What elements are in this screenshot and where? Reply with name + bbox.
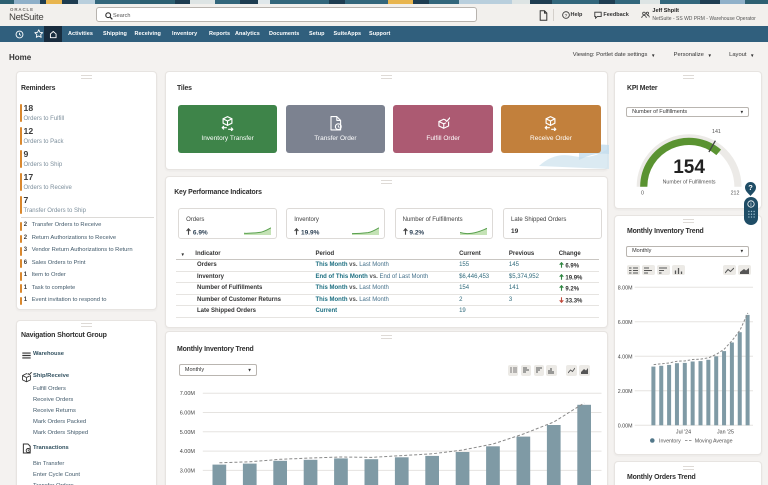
svg-text:154: 154 <box>673 157 705 178</box>
svg-text:4.00M: 4.00M <box>617 354 632 360</box>
svg-text:Jan '25: Jan '25 <box>717 430 734 436</box>
svg-text:0: 0 <box>641 191 644 197</box>
svg-text:212: 212 <box>730 191 739 197</box>
svg-text:Number of Fulfillments: Number of Fulfillments <box>662 179 715 185</box>
svg-text:6.00M: 6.00M <box>617 320 632 326</box>
svg-text:3.00M: 3.00M <box>179 468 195 474</box>
svg-text:8.00M: 8.00M <box>617 285 632 291</box>
svg-text:5.00M: 5.00M <box>179 430 195 436</box>
svg-text:6.00M: 6.00M <box>179 411 195 417</box>
svg-text:Moving Average: Moving Average <box>694 439 732 445</box>
svg-text:Jul '24: Jul '24 <box>675 430 690 436</box>
svg-text:2.00M: 2.00M <box>617 389 632 395</box>
svg-text:0.00M: 0.00M <box>617 423 632 429</box>
svg-text:7.00M: 7.00M <box>179 391 195 397</box>
svg-text:Inventory: Inventory <box>659 439 681 445</box>
svg-text:141: 141 <box>712 129 721 135</box>
svg-text:4.00M: 4.00M <box>179 449 195 455</box>
svg-text:?: ? <box>748 183 753 192</box>
svg-text:i: i <box>750 202 751 208</box>
svg-text:?: ? <box>564 12 567 18</box>
